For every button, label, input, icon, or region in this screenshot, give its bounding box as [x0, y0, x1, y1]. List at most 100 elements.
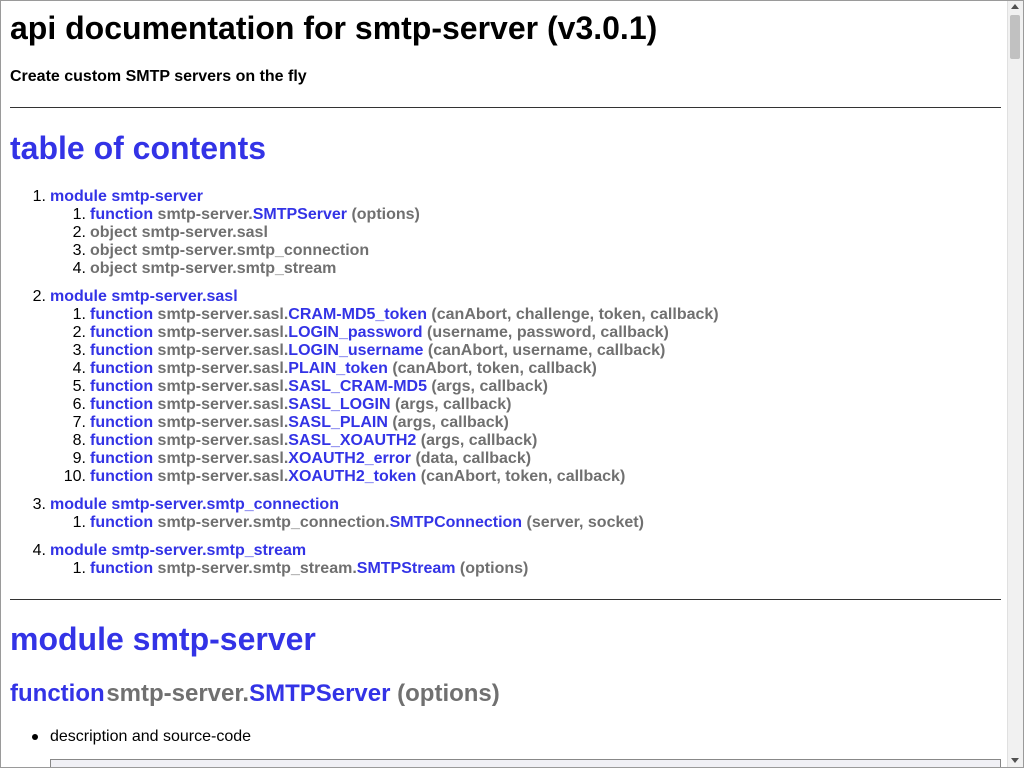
entry-args: (canAbort, challenge, token, callback) [431, 306, 719, 323]
toc-sublist: 1. function smtp-server.smtp_connection.S… [50, 514, 1001, 532]
entry-name: SASL_XOAUTH2 [288, 432, 417, 449]
toc-heading[interactable]: table of contents [10, 128, 266, 168]
module-kind: module [50, 188, 107, 205]
toc-entry[interactable]: 2. function smtp-server.sasl.LOGIN_passwo… [50, 324, 1001, 342]
toc-module-row: 1. module smtp-server [33, 188, 1001, 206]
vertical-scrollbar[interactable] [1007, 1, 1023, 767]
toc-entry[interactable]: 1. function smtp-server.smtp_connection.S… [50, 514, 1001, 532]
entry-kind: function [90, 324, 154, 341]
toc-sublist: 1. function smtp-server.sasl.CRAM-MD5_tok… [50, 306, 1001, 486]
entry-kind: function [90, 450, 154, 467]
toc-module-link[interactable]: module smtp-server.smtp_stream [50, 542, 306, 559]
list-number: 4. [32, 542, 46, 559]
entry-args: (canAbort, token, callback) [392, 360, 597, 377]
toc-module-row: 3. module smtp-server.smtp_connection [33, 496, 1001, 514]
entry-name: SMTPServer [252, 206, 347, 223]
module-name: smtp-server.smtp_connection [111, 496, 339, 513]
entry-prefix: smtp-server. [157, 206, 253, 223]
toc-module-item: 4. module smtp-server.smtp_stream 1. functi… [10, 542, 1001, 578]
browser-viewport: api documentation for smtp-server (v3.0.… [0, 0, 1024, 768]
list-number: 3. [72, 342, 86, 359]
entry-prefix: smtp-server.sasl. [157, 450, 289, 467]
list-number: 4. [72, 360, 86, 377]
list-number: 5. [72, 378, 86, 395]
entry-kind: function [90, 396, 154, 413]
entry-prefix: smtp-server.smtp_connection [141, 242, 370, 259]
entry-kind: object [90, 224, 138, 241]
list-item: description and source-code [32, 727, 251, 747]
function-prefix: smtp-server. [106, 680, 250, 707]
toc-entry[interactable]: 4. function smtp-server.sasl.PLAIN_token … [50, 360, 1001, 378]
toc-entry[interactable]: 1. function smtp-server.sasl.CRAM-MD5_tok… [50, 306, 1001, 324]
toc-module-item: 1. module smtp-server 1. function smtp-serv… [10, 188, 1001, 278]
toc-module-item: 3. module smtp-server.smtp_connection 1. fu… [10, 496, 1001, 532]
toc-entry[interactable]: 7. function smtp-server.sasl.SASL_PLAIN (… [50, 414, 1001, 432]
function-heading[interactable]: function smtp-server.SMTPServer (options… [10, 679, 500, 709]
entry-prefix: smtp-server.sasl. [157, 468, 289, 485]
toc-entry[interactable]: 1. function smtp-server.SMTPServer (optio… [50, 206, 1001, 224]
scrollbar-thumb[interactable] [1010, 15, 1020, 59]
entry-kind: function [90, 360, 154, 377]
list-number: 3. [32, 496, 46, 513]
module-name: smtp-server.sasl [111, 288, 238, 305]
toc-module-link[interactable]: module smtp-server.smtp_connection [50, 496, 339, 513]
entry-prefix: smtp-server.sasl [141, 224, 268, 241]
toc-entry[interactable]: 6. function smtp-server.sasl.SASL_LOGIN (… [50, 396, 1001, 414]
entry-name: SMTPConnection [389, 514, 523, 531]
toc-entry[interactable]: 8. function smtp-server.sasl.SASL_XOAUTH2… [50, 432, 1001, 450]
entry-name: LOGIN_username [288, 342, 424, 359]
entry-name: PLAIN_token [288, 360, 388, 377]
module-name: smtp-server.smtp_stream [111, 542, 307, 559]
scroll-down-icon[interactable] [1011, 758, 1019, 763]
function-name: SMTPServer [249, 680, 391, 707]
entry-prefix: smtp-server.sasl. [157, 396, 289, 413]
list-number: 1. [72, 306, 86, 323]
entry-name: XOAUTH2_token [288, 468, 417, 485]
function-args: (options) [397, 680, 500, 707]
module-kind: module [50, 288, 107, 305]
toc-module-link[interactable]: module smtp-server [50, 188, 203, 205]
entry-prefix: smtp-server.smtp_stream. [157, 560, 357, 577]
entry-prefix: smtp-server.sasl. [157, 360, 289, 377]
entry-args: (args, callback) [394, 396, 512, 413]
module-name: smtp-server [111, 188, 203, 205]
entry-kind: function [90, 432, 154, 449]
code-block [50, 759, 1001, 767]
toc-sublist: 1. function smtp-server.SMTPServer (optio… [50, 206, 1001, 278]
toc-entry[interactable]: 9. function smtp-server.sasl.XOAUTH2_erro… [50, 450, 1001, 468]
list-item-label: description and source-code [50, 728, 252, 745]
list-number: 6. [72, 396, 86, 413]
entry-args: (server, socket) [526, 514, 644, 531]
toc-module-row: 4. module smtp-server.smtp_stream [33, 542, 1001, 560]
entry-prefix: smtp-server.smtp_stream [141, 260, 337, 277]
list-number: 9. [72, 450, 86, 467]
divider [10, 107, 1001, 108]
list-number: 1. [72, 560, 86, 577]
list-number: 8. [72, 432, 86, 449]
entry-prefix: smtp-server.sasl. [157, 342, 289, 359]
entry-args: (data, callback) [415, 450, 532, 467]
toc-entry[interactable]: 10. function smtp-server.sasl.XOAUTH2_tok… [50, 468, 1001, 486]
toc-entry[interactable]: 3. object smtp-server.smtp_connection [50, 242, 1001, 260]
entry-args: (options) [459, 560, 529, 577]
page-subtitle: Create custom SMTP servers on the fly [10, 68, 307, 85]
entry-kind: function [90, 468, 154, 485]
toc-entry[interactable]: 2. object smtp-server.sasl [50, 224, 1001, 242]
toc-module-link[interactable]: module smtp-server.sasl [50, 288, 238, 305]
entry-kind: function [90, 306, 154, 323]
toc-entry[interactable]: 1. function smtp-server.smtp_stream.SMTPS… [50, 560, 1001, 578]
entry-kind: function [90, 560, 154, 577]
entry-name: XOAUTH2_error [288, 450, 411, 467]
function-kind: function [10, 680, 105, 707]
toc-module-item: 2. module smtp-server.sasl 1. function smtp… [10, 288, 1001, 486]
toc-entry[interactable]: 3. function smtp-server.sasl.LOGIN_userna… [50, 342, 1001, 360]
toc-entry[interactable]: 5. function smtp-server.sasl.SASL_CRAM-MD… [50, 378, 1001, 396]
module-kind: module [50, 542, 107, 559]
entry-kind: function [90, 206, 154, 223]
list-number: 4. [72, 260, 86, 277]
toc-module-row: 2. module smtp-server.sasl [33, 288, 1001, 306]
module-heading[interactable]: module smtp-server [10, 619, 316, 659]
entry-prefix: smtp-server.sasl. [157, 414, 289, 431]
toc-entry[interactable]: 4. object smtp-server.smtp_stream [50, 260, 1001, 278]
scroll-up-icon[interactable] [1011, 4, 1019, 9]
